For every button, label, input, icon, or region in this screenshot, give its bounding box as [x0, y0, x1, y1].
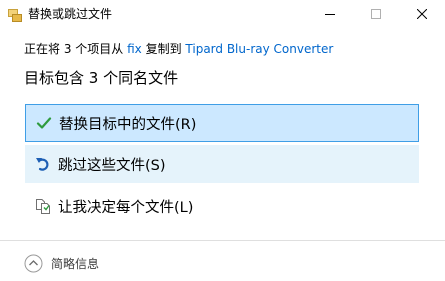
close-icon	[417, 9, 427, 19]
skip-arrow-icon	[34, 155, 52, 173]
source-folder-link[interactable]: fix	[127, 42, 142, 56]
chevron-up-circle-icon	[24, 254, 43, 273]
replace-files-option[interactable]: 替换目标中的文件(R)	[25, 104, 419, 142]
maximize-icon	[371, 9, 381, 19]
description-prefix: 正在将 3 个项目从	[24, 42, 128, 56]
decide-each-file-label: 让我决定每个文件(L)	[58, 199, 194, 216]
minimize-button[interactable]	[307, 0, 353, 28]
skip-files-label: 跳过这些文件(S)	[58, 157, 166, 174]
close-button[interactable]	[399, 0, 445, 28]
minimize-icon	[325, 14, 335, 15]
checkmark-icon	[35, 114, 53, 132]
conflict-heading: 目标包含 3 个同名文件	[24, 69, 179, 87]
window-title: 替换或跳过文件	[28, 7, 113, 21]
fewer-details-toggle[interactable]: 简略信息	[24, 252, 99, 274]
destination-folder-link[interactable]: Tipard Blu-ray Converter	[185, 42, 333, 56]
replace-files-label: 替换目标中的文件(R)	[59, 116, 197, 133]
footer-divider	[0, 240, 445, 241]
copy-files-icon	[8, 7, 22, 22]
description-middle: 复制到	[141, 42, 186, 56]
fewer-details-label: 简略信息	[51, 256, 100, 271]
title-bar[interactable]: 替换或跳过文件	[0, 0, 445, 28]
copy-description: 正在将 3 个项目从 fix 复制到 Tipard Blu-ray Conver…	[24, 41, 333, 57]
skip-files-option[interactable]: 跳过这些文件(S)	[25, 145, 419, 183]
replace-or-skip-dialog: 替换或跳过文件 正在将 3 个项目从 fix 复制到 Tipard Blu-ra…	[0, 0, 445, 281]
decide-each-file-option[interactable]: 让我决定每个文件(L)	[25, 187, 419, 225]
file-compare-icon	[34, 197, 52, 215]
maximize-button[interactable]	[353, 0, 399, 28]
